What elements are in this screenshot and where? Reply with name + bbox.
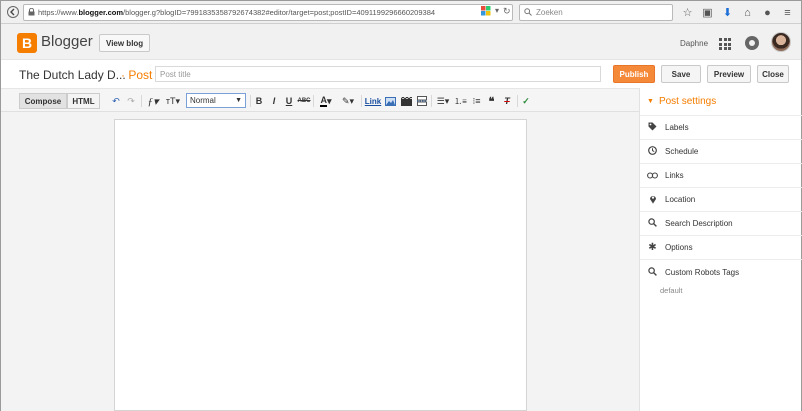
search-icon [647,218,658,229]
link-icon [647,171,658,181]
chevron-down-icon: ▼ [235,97,242,104]
clock-icon [647,146,658,157]
browser-tools: ☆ ▣ ⬇ ⌂ ● ≡ [679,4,796,21]
lock-icon [28,7,35,18]
redo-icon[interactable]: ↷ [125,94,137,108]
post-title-bar: The Dutch Lady D... · Post Post title Pu… [1,60,801,88]
alignment-icon[interactable]: ☰▾ [435,94,451,108]
search-placeholder: Zoeken [536,8,563,17]
close-button[interactable]: Close [757,65,789,83]
sidebar-item-label: Location [665,195,696,204]
post-title-placeholder: Post title [160,69,191,79]
toolbar-divider [313,95,314,107]
post-title-input[interactable]: Post title [155,66,601,82]
post-label: · Post [121,68,153,82]
post-settings-sidebar: ▼ Post settings Labels Schedule Links Lo… [639,88,802,411]
search-icon [524,7,532,18]
format-select-value: Normal [190,96,216,105]
url-icons: ▾ ↻ [481,6,511,19]
strikethrough-icon[interactable]: ABC [298,94,311,108]
toolbar-divider [431,95,432,107]
blog-title[interactable]: The Dutch Lady D... [19,68,126,82]
italic-icon[interactable]: I [269,94,279,108]
clear-formatting-icon[interactable]: T [501,94,513,108]
toolbar-divider [141,95,142,107]
notifications-icon[interactable] [745,36,759,50]
sidebar-item-custom-robots-tags[interactable]: Custom Robots Tags [640,260,802,284]
url-prefix: https://www. [38,8,79,17]
search-input[interactable]: Zoeken [519,4,673,21]
reload-icon[interactable]: ↻ [503,6,511,19]
undo-icon[interactable]: ↶ [110,94,122,108]
menu-icon[interactable]: ≡ [779,4,796,21]
save-button[interactable]: Save [661,65,701,83]
publish-button[interactable]: Publish [613,65,655,83]
bold-icon[interactable]: B [254,94,264,108]
image-icon[interactable] [384,94,396,108]
spellcheck-icon[interactable]: ✓ [520,94,532,108]
url-bar[interactable]: https://www. blogger.com/blogger.g?blogID… [23,4,513,21]
back-icon[interactable] [4,3,22,21]
robots-tags-value: default [660,286,683,295]
link-button[interactable]: Link [365,94,381,108]
sidebar-item-label: Links [665,171,684,180]
quote-icon[interactable]: ❝ [486,94,497,108]
compose-tab[interactable]: Compose [19,93,67,109]
sidebar-item-label: Options [665,243,693,252]
clipboard-icon[interactable]: ▣ [699,4,716,21]
collapse-triangle-icon: ▼ [647,98,654,105]
sidebar-item-options[interactable]: ✱ Options [640,236,802,260]
blogger-logo-icon[interactable]: B [17,33,37,53]
font-size-icon[interactable]: ᴛT▾ [164,94,182,108]
editor-toolbar: Compose HTML ↶ ↷ ƒ▾ ᴛT▾ Normal ▼ B I U A… [1,88,639,112]
location-pin-icon [647,194,658,206]
sidebar-item-label: Custom Robots Tags [665,267,740,277]
url-path: /blogger.g?blogID=7991835358792674382#ed… [123,8,436,17]
toolbar-divider [250,95,251,107]
download-icon[interactable]: ⬇ [719,4,736,21]
sidebar-item-label: Search Description [665,219,733,228]
url-domain: blogger.com [78,8,124,17]
text-color-icon[interactable]: A ▾ [317,94,335,108]
dropdown-icon[interactable]: ▾ [495,6,499,19]
underline-icon[interactable]: U [284,94,294,108]
toolbar-divider [517,95,518,107]
post-body-editor[interactable] [114,119,527,411]
tag-icon [647,122,658,133]
toolbar-divider [361,95,362,107]
user-name[interactable]: Daphne [680,39,708,48]
gear-icon: ✱ [648,242,657,253]
sidebar-item-search-description[interactable]: Search Description [640,212,802,236]
windows-icon[interactable] [481,6,491,19]
sidebar-item-label: Labels [665,123,689,132]
preview-button[interactable]: Preview [707,65,751,83]
search-icon [647,266,658,278]
sidebar-item-location[interactable]: Location [640,188,802,212]
highlight-color-icon[interactable]: ✎▾ [339,94,357,108]
video-icon[interactable] [400,94,412,108]
sidebar-item-links[interactable]: Links [640,164,802,188]
html-tab[interactable]: HTML [67,93,100,109]
post-settings-title: Post settings [658,96,717,107]
chat-icon[interactable]: ● [759,4,776,21]
apps-grid-icon[interactable] [719,38,731,50]
font-family-icon[interactable]: ƒ▾ [145,94,161,108]
app-name: Blogger [41,33,93,50]
app-header: B Blogger View blog Daphne [1,24,801,60]
star-icon[interactable]: ☆ [679,4,696,21]
bullet-list-icon[interactable]: ⁝≡ [471,94,482,108]
sidebar-item-labels[interactable]: Labels [640,116,802,140]
post-settings-header[interactable]: ▼ Post settings [640,88,802,116]
format-select[interactable]: Normal ▼ [186,93,246,108]
avatar[interactable] [771,32,791,52]
sidebar-item-label: Schedule [665,147,699,156]
sidebar-item-schedule[interactable]: Schedule [640,140,802,164]
jump-break-icon[interactable] [416,94,428,108]
view-blog-button[interactable]: View blog [99,34,151,52]
home-icon[interactable]: ⌂ [739,4,756,21]
numbered-list-icon[interactable]: ⒈≡ [454,94,467,108]
